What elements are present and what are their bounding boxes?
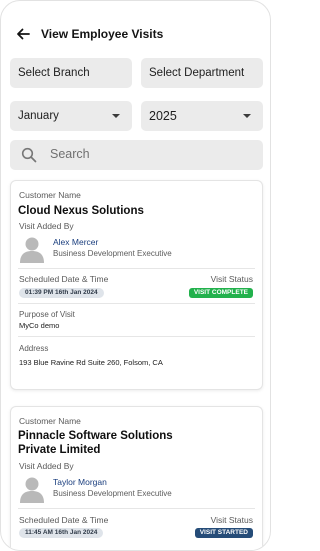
phone-frame: View Employee Visits Select Branch Selec… (0, 0, 271, 551)
employee-role: Business Development Executive (53, 249, 172, 258)
search-placeholder: Search (50, 147, 90, 161)
avatar-icon (20, 477, 44, 503)
chevron-down-icon (243, 114, 251, 118)
department-select[interactable]: Select Department (141, 58, 263, 88)
address-value: 193 Blue Ravine Rd Suite 260, Folsom, CA (19, 358, 163, 367)
avatar-icon (20, 237, 44, 263)
customer-name-line2: Private Limited (18, 444, 101, 456)
divider (18, 336, 255, 337)
visit-status-label: Visit Status (210, 515, 253, 525)
customer-name: Cloud Nexus Solutions (18, 205, 144, 217)
visit-card[interactable]: Customer Name Pinnacle Software Solution… (10, 406, 263, 550)
visit-card[interactable]: Customer Name Cloud Nexus Solutions Visi… (10, 180, 263, 390)
employee-name[interactable]: Taylor Morgan (53, 477, 107, 487)
month-value: January (18, 110, 59, 122)
visit-added-by-label: Visit Added By (19, 461, 74, 471)
status-badge: VISIT COMPLETE (188, 288, 253, 298)
status-badge: VISIT STARTED (194, 528, 253, 538)
year-dropdown[interactable]: 2025 (141, 101, 263, 131)
app-header: View Employee Visits (1, 23, 270, 47)
branch-select[interactable]: Select Branch (10, 58, 132, 88)
month-dropdown[interactable]: January (10, 101, 132, 131)
employee-name[interactable]: Alex Mercer (53, 237, 98, 247)
employee-role: Business Development Executive (53, 489, 172, 498)
divider (18, 268, 255, 269)
divider (18, 508, 255, 509)
purpose-value: MyCo demo (19, 321, 60, 330)
chevron-down-icon (112, 114, 120, 118)
back-arrow-icon[interactable] (15, 26, 31, 42)
visit-added-by-label: Visit Added By (19, 221, 74, 231)
search-icon (21, 147, 37, 163)
year-value: 2025 (149, 109, 177, 123)
scheduled-date-badge: 01:39 PM 16th Jan 2024 (19, 288, 104, 298)
search-input[interactable]: Search (10, 140, 263, 170)
scheduled-label: Scheduled Date & Time (19, 515, 109, 525)
customer-name-label: Customer Name (19, 190, 81, 200)
scheduled-label: Scheduled Date & Time (19, 274, 109, 284)
customer-name-line1: Pinnacle Software Solutions (18, 430, 173, 442)
divider (18, 303, 255, 304)
page-title: View Employee Visits (41, 27, 164, 41)
purpose-label: Purpose of Visit (19, 310, 75, 319)
address-label: Address (19, 344, 49, 353)
visit-status-label: Visit Status (210, 274, 253, 284)
customer-name-label: Customer Name (19, 416, 81, 426)
scheduled-date-badge: 11:45 AM 16th Jan 2024 (19, 528, 104, 538)
